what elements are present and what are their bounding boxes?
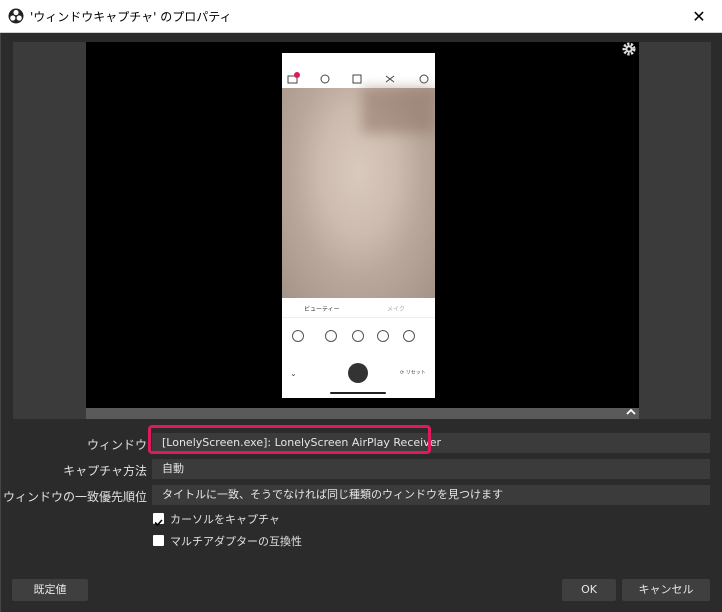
multi-adapter-checkbox[interactable] <box>153 535 164 546</box>
tab-beauty: ビューティー <box>304 306 340 313</box>
effect-icon-5 <box>403 330 415 342</box>
captured-window-preview: ビューティー メイク ⌄ ⟳ リセット <box>282 53 435 398</box>
window-priority-label: ウィンドウの一致優先順位 <box>2 490 147 504</box>
multi-adapter-label[interactable]: マルチアダプターの互換性 <box>170 533 302 549</box>
camera-feed <box>282 88 435 298</box>
effect-icon-4 <box>377 330 389 342</box>
highlight-box <box>148 425 431 454</box>
window-title: 'ウィンドウキャプチャ' のプロパティ <box>30 10 232 24</box>
defaults-button[interactable]: 既定値 <box>12 579 88 601</box>
window-priority-select[interactable]: タイトルに一致、そうでなければ同じ種類のウィンドウを見つけます <box>152 485 710 505</box>
gear-icon[interactable] <box>622 42 636 56</box>
shutter-icon <box>348 363 368 383</box>
chevron-up-icon[interactable] <box>625 406 637 418</box>
phone-mode-tabs: ビューティー メイク <box>282 298 435 318</box>
cancel-button[interactable]: キャンセル <box>622 579 710 601</box>
title-bar: 'ウィンドウキャプチャ' のプロパティ ✕ <box>0 0 722 33</box>
effect-icon-2 <box>325 330 337 342</box>
phone-effect-icons <box>282 328 435 358</box>
window-label: ウィンドウ <box>86 438 147 452</box>
ok-button[interactable]: OK <box>562 579 616 601</box>
phone-top-toolbar <box>282 53 435 88</box>
close-button[interactable]: ✕ <box>676 0 722 32</box>
capture-method-label: キャプチャ方法 <box>63 464 147 478</box>
horizontal-scrollbar[interactable] <box>86 408 639 419</box>
capture-cursor-checkbox[interactable] <box>153 513 164 527</box>
reset-text: リセット <box>405 370 426 376</box>
phone-toolbar-icons <box>287 72 429 84</box>
effect-icon-3 <box>352 330 364 342</box>
checkmark-icon <box>154 519 163 527</box>
obs-app-icon <box>8 8 24 24</box>
reset-label: ⟳ リセット <box>400 370 426 376</box>
home-indicator <box>330 392 386 394</box>
preview-side-panel <box>639 42 711 419</box>
switch-camera-icon <box>419 74 429 84</box>
chevron-down-icon: ⌄ <box>290 369 297 378</box>
capture-cursor-label[interactable]: カーソルをキャプチャ <box>170 511 280 527</box>
ratio-icon <box>352 74 362 84</box>
tab-divider <box>282 317 435 318</box>
tab-makeup: メイク <box>387 306 405 313</box>
timer-icon <box>320 74 330 84</box>
effect-icon-1 <box>292 330 304 342</box>
capture-method-select[interactable]: 自動 <box>152 459 710 479</box>
